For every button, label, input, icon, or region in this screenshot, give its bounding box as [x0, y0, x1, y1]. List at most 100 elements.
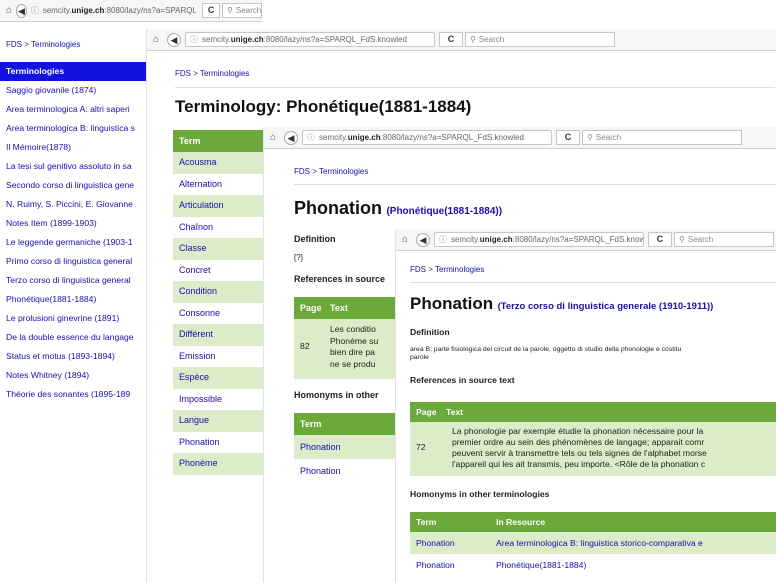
text-column-header: Text: [330, 303, 348, 313]
search-icon: ⚲: [470, 35, 476, 44]
breadcrumb-root[interactable]: FDS: [6, 40, 22, 49]
back-button[interactable]: ◀: [167, 32, 181, 47]
info-icon: ⓘ: [307, 133, 315, 142]
breadcrumb-current[interactable]: Terminologies: [200, 69, 249, 78]
homonyms-table: Term Phonation Phonation: [294, 413, 404, 483]
page-column-header: Page: [416, 407, 437, 417]
definition-line: parole: [410, 354, 429, 361]
info-icon: ⓘ: [439, 235, 447, 244]
definition-heading: Definition: [410, 327, 450, 337]
url-rest: :8080/lazy/ns?a=SPARQL_FdS.knowled: [263, 35, 407, 44]
references-table: Page Text 72 La phonologie par exemple é…: [410, 402, 776, 476]
ref-page: 72: [416, 442, 426, 452]
ref-line: peuvent servir à transmettre tels ou tel…: [452, 448, 707, 458]
homonym-resource[interactable]: Area terminologica B: linguistica storic…: [496, 532, 703, 554]
homonyms-table: Term In Resource Phonation Area terminol…: [410, 512, 776, 576]
url-rest: :8080/lazy/ns?a=SPARQL_FdS.knowled: [104, 6, 197, 15]
breadcrumb-current[interactable]: Terminologies: [319, 167, 368, 176]
browser-toolbar: ⌂ ◀ ⓘ semcity. unige.ch:8080/lazy/ns?a=SP…: [396, 229, 776, 251]
homonyms-heading: Homonyms in other terminologies: [410, 489, 550, 499]
browser-window-phonation-terzo: ⌂ ◀ ⓘ semcity. unige.ch:8080/lazy/ns?a=SP…: [395, 229, 776, 583]
breadcrumb-root[interactable]: FDS: [294, 167, 310, 176]
table-row: Phonation Phonétique(1881-1884): [410, 554, 776, 576]
browser-toolbar: ⌂ ◀ ⓘ semcity. unige.ch:8080/lazy/ns?a=SP…: [0, 0, 262, 22]
homonyms-term-header: Term: [294, 413, 404, 435]
search-placeholder: Search: [478, 35, 505, 44]
home-icon[interactable]: ⌂: [6, 5, 16, 16]
breadcrumb: FDS > Terminologies: [6, 40, 80, 49]
ref-line: l'appareil qui les ait transmis, peu imp…: [452, 459, 706, 469]
breadcrumb-current[interactable]: Terminologies: [31, 40, 80, 49]
homonym-resource[interactable]: Phonétique(1881-1884): [496, 554, 586, 576]
definition-line: area B; parte fisiologica del circuit de…: [410, 346, 682, 353]
ref-line: premier ordre au sein des phénomènes de …: [452, 437, 705, 447]
reload-button[interactable]: C: [648, 232, 672, 247]
search-box[interactable]: ⚲ Search: [582, 130, 742, 145]
breadcrumb-root[interactable]: FDS: [175, 69, 191, 78]
breadcrumb-current[interactable]: Terminologies: [435, 265, 484, 274]
info-icon: ⓘ: [30, 6, 39, 15]
references-heading: References in source: [294, 274, 386, 284]
url-domain: unige.ch: [71, 6, 105, 15]
search-placeholder: Search: [595, 133, 622, 142]
page-title: Phonation (Phonétique(1881-1884)): [294, 198, 502, 219]
url-bar[interactable]: semcity.unige.ch:8080/lazy/ns?a=SPARQL_F…: [43, 3, 196, 18]
url-prefix: semcity.: [202, 35, 231, 44]
definition-text: [?]: [294, 253, 303, 262]
reload-button[interactable]: C: [556, 130, 580, 145]
home-icon[interactable]: ⌂: [270, 132, 284, 143]
search-icon: ⚲: [587, 133, 593, 142]
references-table: Page Text 82 Les conditio Phonème su bie…: [294, 297, 404, 379]
url-prefix: semcity.: [319, 133, 348, 142]
search-box[interactable]: ⚲ Search: [674, 232, 774, 247]
homonym-term[interactable]: Phonation: [410, 554, 496, 576]
back-button[interactable]: ◀: [416, 232, 430, 247]
breadcrumb-separator: >: [428, 265, 433, 274]
homonym-term[interactable]: Phonation: [410, 532, 496, 554]
reload-button[interactable]: C: [439, 32, 463, 47]
ref-line: Phonème su: [330, 335, 379, 346]
ref-line: bien dire pa: [330, 347, 375, 357]
browser-toolbar: ⌂ ◀ ⓘ semcity. unige.ch:8080/lazy/ns?a=SP…: [147, 29, 776, 51]
references-header-row: Page Text: [410, 402, 776, 422]
ref-line: La phonologie par exemple étudie la phon…: [452, 426, 704, 436]
url-bar[interactable]: ⓘ semcity. unige.ch:8080/lazy/ns?a=SPARQL…: [185, 32, 435, 47]
search-box[interactable]: ⚲ Search: [222, 3, 262, 18]
divider: [175, 87, 775, 88]
url-prefix: semcity.: [451, 235, 480, 244]
table-row[interactable]: Phonation: [294, 435, 404, 459]
home-icon[interactable]: ⌂: [402, 234, 416, 245]
browser-toolbar: ⌂ ◀ ⓘ semcity. unige.ch:8080/lazy/ns?a=SP…: [264, 127, 776, 149]
ref-line: Les conditio: [330, 324, 376, 334]
divider: [410, 282, 776, 283]
search-placeholder: Search: [235, 6, 262, 15]
back-button[interactable]: ◀: [284, 130, 298, 145]
search-box[interactable]: ⚲ Search: [465, 32, 615, 47]
search-icon: ⚲: [679, 235, 685, 244]
url-domain: unige.ch: [347, 133, 381, 142]
breadcrumb-separator: >: [193, 69, 198, 78]
table-row: Phonation Area terminologica B: linguist…: [410, 532, 776, 554]
url-bar[interactable]: ⓘ semcity. unige.ch:8080/lazy/ns?a=SPARQL…: [434, 232, 644, 247]
page-title: Terminology: Phonétique(1881-1884): [175, 97, 472, 116]
text-column-header: Text: [446, 407, 464, 417]
resource-link[interactable]: (Terzo corso di linguistica generale (19…: [498, 301, 714, 312]
back-button[interactable]: ◀: [16, 3, 27, 18]
url-rest: :8080/lazy/ns?a=SPARQL_FdS.knowled: [380, 133, 524, 142]
resource-column-header: In Resource: [496, 517, 546, 527]
references-header-row: Page Text: [294, 297, 404, 319]
home-icon[interactable]: ⌂: [153, 34, 167, 45]
url-bar[interactable]: ⓘ semcity. unige.ch:8080/lazy/ns?a=SPARQL…: [302, 130, 552, 145]
resource-link[interactable]: (Phonétique(1881-1884)): [386, 206, 502, 217]
divider: [294, 184, 776, 185]
table-row: 72 La phonologie par exemple étudie la p…: [410, 422, 776, 476]
table-row[interactable]: Phonation: [294, 459, 404, 483]
breadcrumb-root[interactable]: FDS: [410, 265, 426, 274]
homonyms-heading: Homonyms in other: [294, 390, 379, 400]
reload-button[interactable]: C: [202, 3, 220, 18]
breadcrumb: FDS > Terminologies: [410, 265, 484, 274]
url-domain: unige.ch: [230, 35, 264, 44]
breadcrumb-separator: >: [312, 167, 317, 176]
ref-text: Les conditio Phonème su bien dire pa ne …: [330, 324, 378, 370]
page-column-header: Page: [300, 303, 322, 313]
